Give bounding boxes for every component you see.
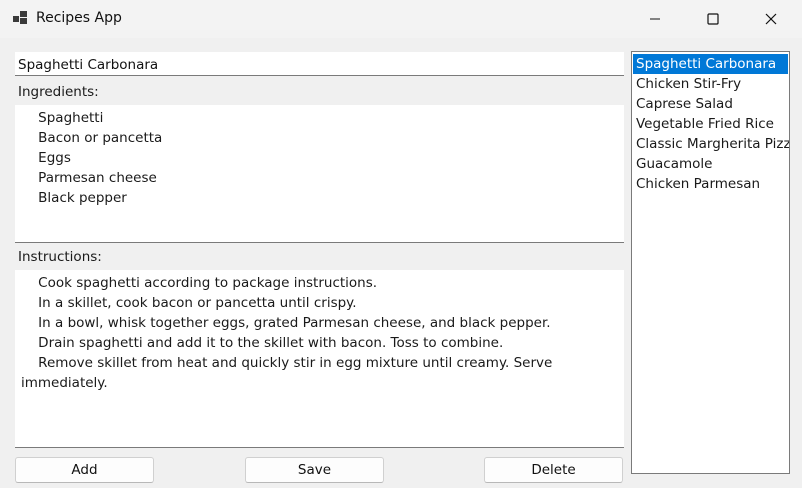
recipe-name-input[interactable] <box>15 52 624 76</box>
ingredient-line: Black pepper <box>38 190 127 206</box>
window-title: Recipes App <box>36 10 122 26</box>
recipe-list-item[interactable]: Classic Margherita Pizza <box>633 134 789 154</box>
minimize-icon <box>650 18 660 20</box>
main-area: Ingredients: Spaghetti Bacon or pancetta… <box>0 38 802 488</box>
ingredient-line: Spaghetti <box>38 110 104 126</box>
ingredients-label: Ingredients: <box>18 84 99 100</box>
add-button[interactable]: Add <box>15 457 154 483</box>
app-icon <box>13 11 29 25</box>
recipe-list-item[interactable]: Chicken Parmesan <box>633 174 788 194</box>
maximize-button[interactable] <box>690 0 736 38</box>
ingredient-line: Parmesan cheese <box>38 170 157 186</box>
instructions-textbox[interactable]: Cook spaghetti according to package inst… <box>15 270 624 448</box>
minimize-button[interactable] <box>632 0 678 38</box>
recipe-listbox[interactable]: Spaghetti Carbonara Chicken Stir-Fry Cap… <box>631 51 790 474</box>
ingredients-textbox[interactable]: Spaghetti Bacon or pancetta Eggs Parmesa… <box>15 105 624 243</box>
title-bar[interactable]: Recipes App <box>0 0 802 38</box>
recipe-list-item[interactable]: Vegetable Fried Rice <box>633 114 788 134</box>
recipe-list-item[interactable]: Chicken Stir-Fry <box>633 74 788 94</box>
instruction-line: In a skillet, cook bacon or pancetta unt… <box>38 295 357 311</box>
close-icon <box>765 13 777 25</box>
delete-button[interactable]: Delete <box>484 457 623 483</box>
close-button[interactable] <box>748 0 794 38</box>
save-button[interactable]: Save <box>245 457 384 483</box>
recipe-list-item[interactable]: Caprese Salad <box>633 94 788 114</box>
instruction-line: Cook spaghetti according to package inst… <box>38 275 378 291</box>
instructions-label: Instructions: <box>18 249 102 265</box>
instruction-line: Remove skillet from heat and quickly sti… <box>21 355 553 391</box>
recipe-list-item-selected[interactable]: Spaghetti Carbonara <box>633 54 788 74</box>
ingredient-line: Bacon or pancetta <box>38 130 163 146</box>
instruction-line: In a bowl, whisk together eggs, grated P… <box>38 315 551 331</box>
instruction-line: Drain spaghetti and add it to the skille… <box>38 335 504 351</box>
ingredient-line: Eggs <box>38 150 71 166</box>
maximize-icon <box>707 13 719 25</box>
recipe-list-item[interactable]: Guacamole <box>633 154 788 174</box>
